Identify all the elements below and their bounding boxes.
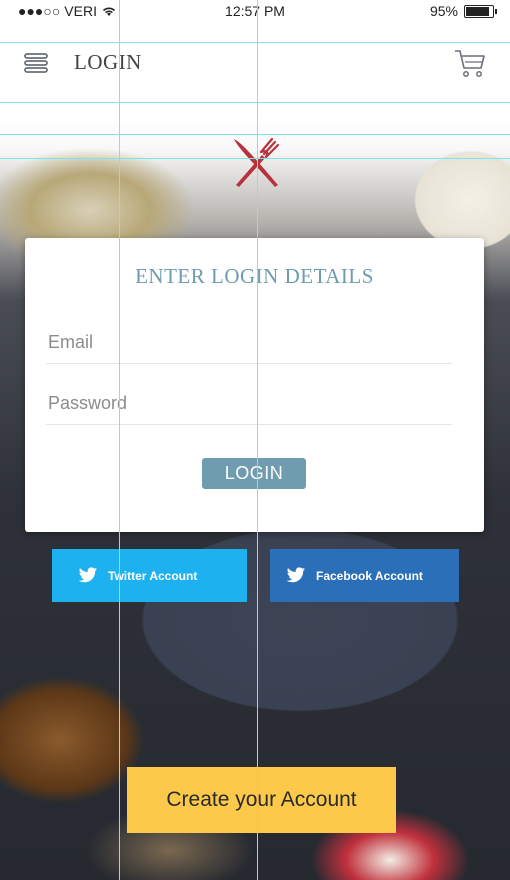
hamburger-icon[interactable] xyxy=(24,52,48,74)
password-field[interactable]: Password xyxy=(48,393,127,414)
shopping-cart-icon[interactable] xyxy=(454,48,486,78)
email-underline xyxy=(46,363,452,364)
twitter-button-label: Twitter Account xyxy=(108,568,198,583)
guide-line xyxy=(0,158,510,159)
nav-bar: LOGIN xyxy=(0,42,510,102)
battery-percent: 95% xyxy=(429,3,458,19)
login-card: ENTER LOGIN DETAILS Email Password LOGIN xyxy=(25,238,484,532)
page-title: LOGIN xyxy=(74,50,142,74)
create-account-button[interactable]: Create your Account xyxy=(127,767,396,833)
fork-knife-icon xyxy=(234,137,280,187)
battery-icon xyxy=(464,4,497,18)
guide-line xyxy=(0,102,510,103)
twitter-login-button[interactable]: Twitter Account xyxy=(52,549,247,602)
facebook-login-button[interactable]: Facebook Account xyxy=(270,549,459,602)
status-bar: ●●●○○ VERI 12:57 PM 95% xyxy=(0,0,510,22)
login-heading: ENTER LOGIN DETAILS xyxy=(135,264,374,288)
facebook-button-label: Facebook Account xyxy=(316,568,423,583)
twitter-bird-icon xyxy=(78,567,98,583)
battery-level xyxy=(466,6,489,16)
login-button[interactable]: LOGIN xyxy=(202,458,306,489)
guide-line xyxy=(119,0,120,880)
guide-line xyxy=(0,134,510,135)
guide-line xyxy=(257,0,258,880)
email-field[interactable]: Email xyxy=(48,332,93,353)
twitter-bird-icon xyxy=(286,567,306,583)
guide-line xyxy=(0,42,510,43)
password-underline xyxy=(46,424,452,425)
